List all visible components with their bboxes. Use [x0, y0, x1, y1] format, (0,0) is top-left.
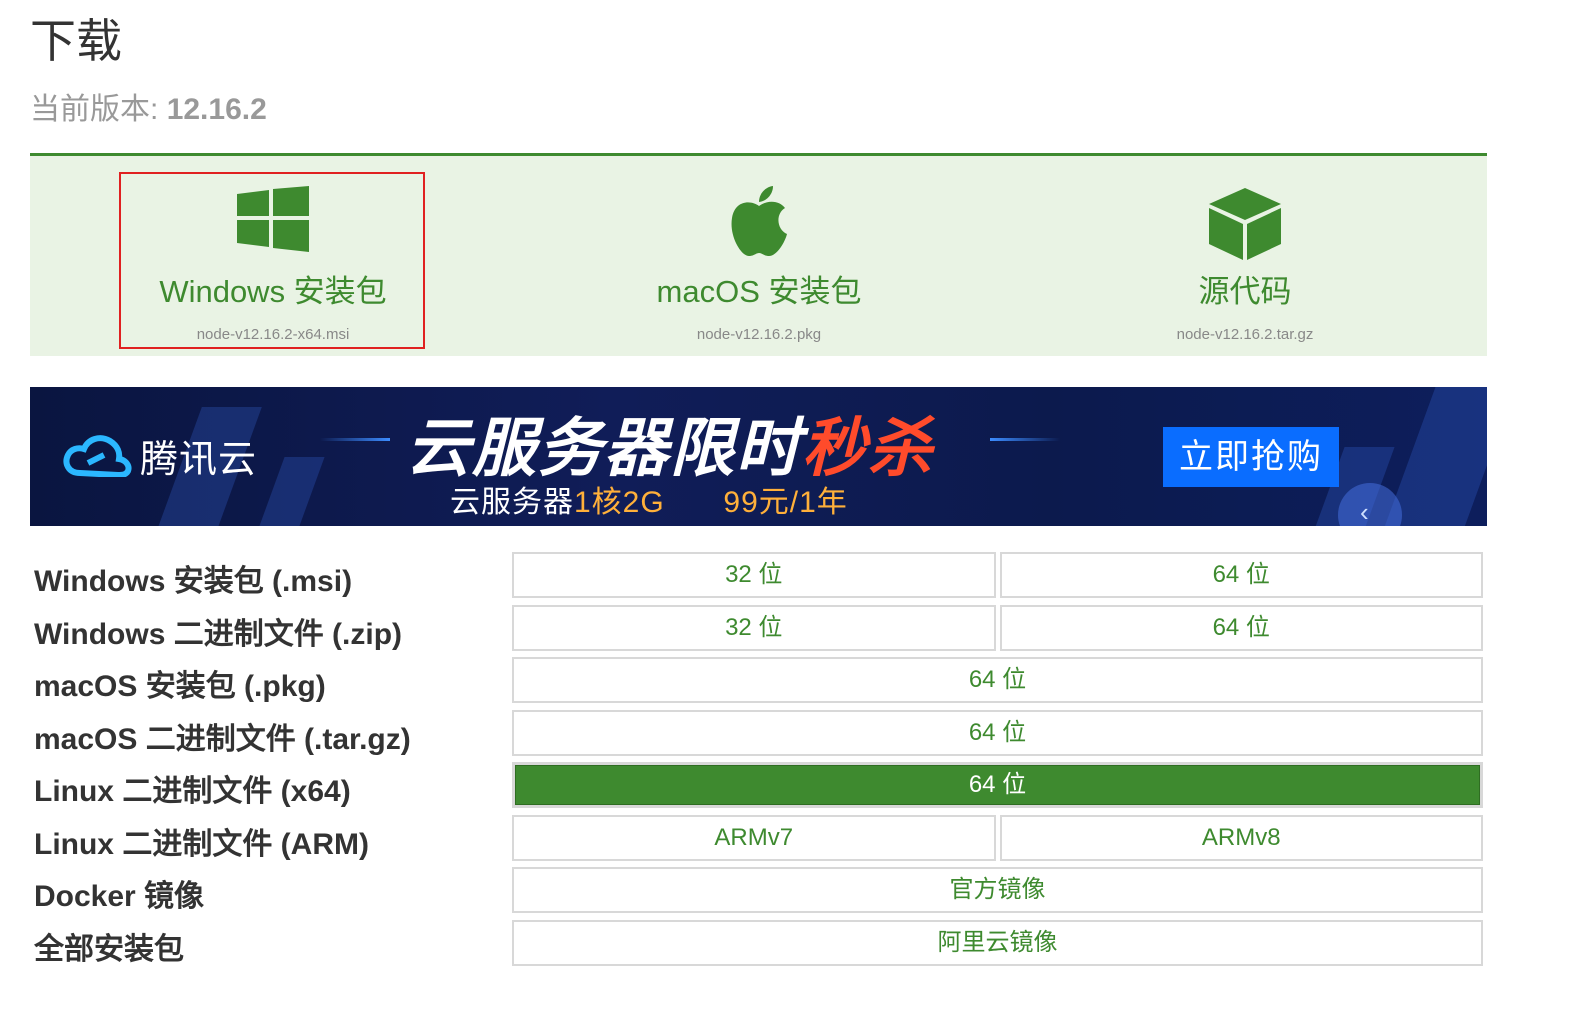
banner-divider-right [990, 438, 1060, 441]
version-line: 当前版本: 12.16.2 [30, 84, 267, 128]
tile-macos[interactable]: macOS 安装包 node-v12.16.2.pkg [516, 156, 1002, 356]
page-title: 下载 [30, 15, 122, 67]
table-row: Linux 二进制文件 (x64) 64 位 [30, 760, 1487, 813]
tile-source[interactable]: 源代码 node-v12.16.2.tar.gz [1002, 156, 1488, 356]
download-button[interactable]: 32 位 [512, 604, 996, 651]
ad-banner[interactable]: 腾讯云 云服务器限时秒杀 云服务器1核2G 99元/1年 立即抢购 ‹ [30, 387, 1487, 526]
apple-icon [731, 186, 787, 256]
banner-sub-b: 1核2G [574, 486, 665, 519]
tencent-cloud-logo: 腾讯云 [62, 427, 257, 483]
download-button[interactable]: 64 位 [999, 604, 1483, 651]
download-button[interactable]: 64 位 [512, 657, 1483, 703]
download-button[interactable]: 64 位 [999, 552, 1483, 598]
download-button[interactable]: 32 位 [512, 552, 996, 598]
download-button[interactable]: 阿里云镜像 [512, 919, 1483, 966]
version-label: 当前版本: [30, 93, 159, 126]
table-row: Docker 镜像 官方镜像 [30, 865, 1487, 918]
row-label: Linux 二进制文件 (ARM) [34, 827, 369, 861]
box-icon [1209, 188, 1281, 260]
download-button-active[interactable]: 64 位 [512, 762, 1483, 808]
cloud-icon [63, 435, 132, 477]
banner-headline-hot: 秒杀 [802, 412, 934, 484]
row-label: Windows 安装包 (.msi) [34, 565, 353, 598]
row-label: macOS 二进制文件 (.tar.gz) [34, 722, 411, 756]
row-label: Linux 二进制文件 (x64) [34, 775, 351, 808]
tile-filename: node-v12.16.2.pkg [696, 326, 822, 343]
banner-headline-main: 云服务器限时 [406, 412, 802, 484]
version-value: 12.16.2 [166, 93, 267, 126]
download-table: Windows 安装包 (.msi) 32 位 64 位 Windows 二进制… [30, 550, 1487, 970]
table-row: 全部安装包 阿里云镜像 [30, 918, 1487, 971]
tencent-cloud-logo-text: 腾讯云 [140, 438, 258, 481]
download-button[interactable]: ARMv8 [999, 814, 1483, 861]
row-label: 全部安装包 [34, 932, 184, 966]
download-button[interactable]: 64 位 [512, 709, 1483, 756]
row-label: Docker 镜像 [34, 880, 205, 913]
banner-sub-a: 云服务器 [450, 486, 574, 519]
table-row: Windows 安装包 (.msi) 32 位 64 位 [30, 550, 1487, 603]
banner-divider-left [320, 438, 390, 441]
table-row: macOS 二进制文件 (.tar.gz) 64 位 [30, 708, 1487, 761]
banner-headline: 云服务器限时秒杀 [406, 397, 934, 489]
download-tiles: Windows 安装包 node-v12.16.2-x64.msi macOS … [30, 153, 1487, 356]
table-row: Windows 二进制文件 (.zip) 32 位 64 位 [30, 603, 1487, 656]
banner-subline: 云服务器1核2G 99元/1年 [450, 477, 848, 521]
banner-sub-c: 99元/1年 [723, 486, 848, 519]
table-row: macOS 安装包 (.pkg) 64 位 [30, 655, 1487, 708]
chevron-left-icon: ‹ [1360, 497, 1369, 526]
table-row: Linux 二进制文件 (ARM) ARMv7 ARMv8 [30, 813, 1487, 866]
buy-now-button[interactable]: 立即抢购 [1163, 427, 1339, 487]
highlight-box [119, 172, 425, 349]
download-button[interactable]: ARMv7 [512, 814, 996, 861]
tile-filename: node-v12.16.2.tar.gz [1176, 326, 1314, 343]
row-label: macOS 安装包 (.pkg) [34, 670, 326, 703]
tile-label: macOS 安装包 [656, 274, 862, 309]
tile-label: 源代码 [1198, 274, 1292, 309]
download-button[interactable]: 官方镜像 [512, 867, 1483, 913]
row-label: Windows 二进制文件 (.zip) [34, 617, 403, 651]
